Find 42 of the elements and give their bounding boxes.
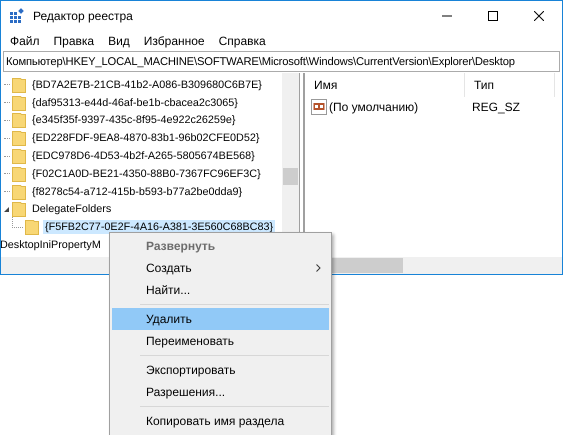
- value-name: (По умолчанию): [329, 100, 418, 114]
- menu-item[interactable]: Разрешения...: [112, 381, 329, 403]
- expanded-triangle-icon[interactable]: [4, 206, 9, 212]
- folder-icon: [12, 201, 26, 218]
- menu-item[interactable]: Экспортировать: [112, 359, 329, 381]
- folder-icon: [25, 219, 39, 236]
- tree-item[interactable]: {F02C1A0D-BE21-4350-88B0-7367FC96EF3C}: [30, 166, 263, 181]
- menu-item[interactable]: Вид: [101, 34, 137, 48]
- address-field[interactable]: Компьютер\HKEY_LOCAL_MACHINE\SOFTWARE\Microsoft\Windows\CurrentVersion\Explorer\Desktop: [3, 51, 560, 72]
- menu-item[interactable]: Справка: [212, 34, 273, 48]
- tree-item[interactable]: {F5FB2C77-0E2F-4A16-A381-3E560C68BC83}: [43, 220, 276, 234]
- menu-item[interactable]: Правка: [46, 34, 102, 48]
- tree-item[interactable]: {BD7A2E7B-21CB-41b2-A086-B309680C6B7E}: [30, 78, 264, 92]
- window-title: Редактор реестра: [33, 9, 134, 23]
- close-icon: [534, 11, 544, 21]
- menu-item[interactable]: Найти...: [112, 279, 329, 301]
- menu-item[interactable]: Избранное: [136, 34, 212, 48]
- tree-item[interactable]: DelegateFolders: [30, 202, 114, 216]
- tree-item[interactable]: {EDC978D6-4D53-4b2f-A265-5805674BE568}: [30, 149, 257, 164]
- menu-item[interactable]: Удалить: [112, 308, 329, 330]
- menu-item[interactable]: Копировать имя раздела: [112, 410, 329, 432]
- value-type: REG_SZ: [471, 100, 520, 114]
- column-header[interactable]: Имя: [305, 73, 465, 97]
- folder-icon: [12, 112, 26, 128]
- tree-item[interactable]: {f8278c54-a712-415b-b593-b77a2be0dda9}: [30, 184, 244, 199]
- folder-icon: [12, 148, 26, 164]
- menu-item[interactable]: Переименовать: [112, 330, 329, 352]
- registry-icon: [9, 8, 25, 24]
- folder-icon: [12, 166, 26, 182]
- folder-icon: [12, 130, 26, 146]
- tree-item[interactable]: {daf95313-e44d-46af-be1b-cbacea2c3065}: [30, 96, 240, 110]
- tree-item[interactable]: DesktopIniPropertyM: [1, 238, 103, 252]
- tree-item[interactable]: {ED228FDF-9EA8-4870-83b1-96b02CFE0D52}: [30, 131, 262, 146]
- column-header[interactable]: Тип: [465, 73, 555, 97]
- maximize-icon: [488, 11, 498, 21]
- folder-icon: [12, 184, 26, 200]
- tree-item[interactable]: {e345f35f-9397-435c-8f95-4e922c26259e}: [30, 113, 238, 128]
- folder-icon: [12, 94, 26, 111]
- menu-item[interactable]: Создать: [112, 257, 329, 279]
- string-value-icon: [311, 99, 327, 115]
- folder-icon: [12, 76, 26, 93]
- menu-item[interactable]: Файл: [3, 34, 47, 48]
